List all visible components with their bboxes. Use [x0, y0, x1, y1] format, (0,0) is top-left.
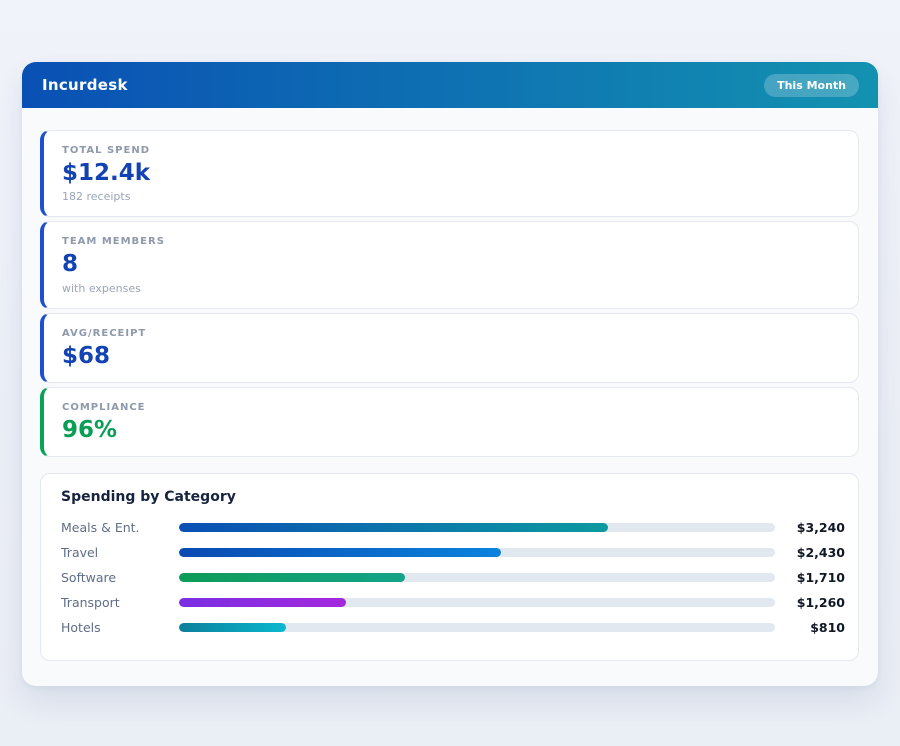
stat-card-avg-receipt: AVG/RECEIPT $68 [40, 313, 859, 383]
panel-title: Spending by Category [61, 489, 845, 505]
spending-by-category-panel: Spending by Category Meals & Ent. $3,240… [40, 473, 859, 661]
stat-value: $12.4k [62, 161, 840, 186]
category-row-meals: Meals & Ent. $3,240 [61, 515, 845, 540]
stat-card-compliance: COMPLIANCE 96% [40, 387, 859, 457]
category-label: Travel [61, 545, 179, 560]
bar-fill [179, 573, 405, 582]
bar-track [179, 598, 775, 607]
stat-label: TEAM MEMBERS [62, 236, 840, 247]
category-value: $810 [775, 620, 845, 635]
stat-label: TOTAL SPEND [62, 145, 840, 156]
bar-track [179, 623, 775, 632]
stat-label: COMPLIANCE [62, 402, 840, 413]
stat-value: 96% [62, 418, 840, 443]
category-value: $1,260 [775, 595, 845, 610]
dashboard-card: Incurdesk This Month TOTAL SPEND $12.4k … [22, 62, 878, 686]
bar-fill [179, 623, 286, 632]
bar-fill [179, 523, 608, 532]
stat-subtext: 182 receipts [62, 190, 840, 203]
category-row-hotels: Hotels $810 [61, 615, 845, 640]
stat-card-team-members: TEAM MEMBERS 8 with expenses [40, 221, 859, 308]
dashboard-content: TOTAL SPEND $12.4k 182 receipts TEAM MEM… [22, 108, 878, 661]
stat-value: 8 [62, 252, 840, 277]
bar-track [179, 548, 775, 557]
stat-label: AVG/RECEIPT [62, 328, 840, 339]
stat-value: $68 [62, 344, 840, 369]
app-title: Incurdesk [42, 76, 128, 94]
stat-subtext: with expenses [62, 282, 840, 295]
category-row-travel: Travel $2,430 [61, 540, 845, 565]
bar-fill [179, 548, 501, 557]
bar-fill [179, 598, 346, 607]
category-value: $1,710 [775, 570, 845, 585]
stat-card-total-spend: TOTAL SPEND $12.4k 182 receipts [40, 130, 859, 217]
category-row-transport: Transport $1,260 [61, 590, 845, 615]
bar-track [179, 573, 775, 582]
period-badge[interactable]: This Month [764, 74, 859, 97]
category-row-software: Software $1,710 [61, 565, 845, 590]
category-label: Meals & Ent. [61, 520, 179, 535]
category-label: Software [61, 570, 179, 585]
category-value: $3,240 [775, 520, 845, 535]
category-label: Transport [61, 595, 179, 610]
app-header: Incurdesk This Month [22, 62, 878, 108]
bar-track [179, 523, 775, 532]
category-label: Hotels [61, 620, 179, 635]
category-value: $2,430 [775, 545, 845, 560]
